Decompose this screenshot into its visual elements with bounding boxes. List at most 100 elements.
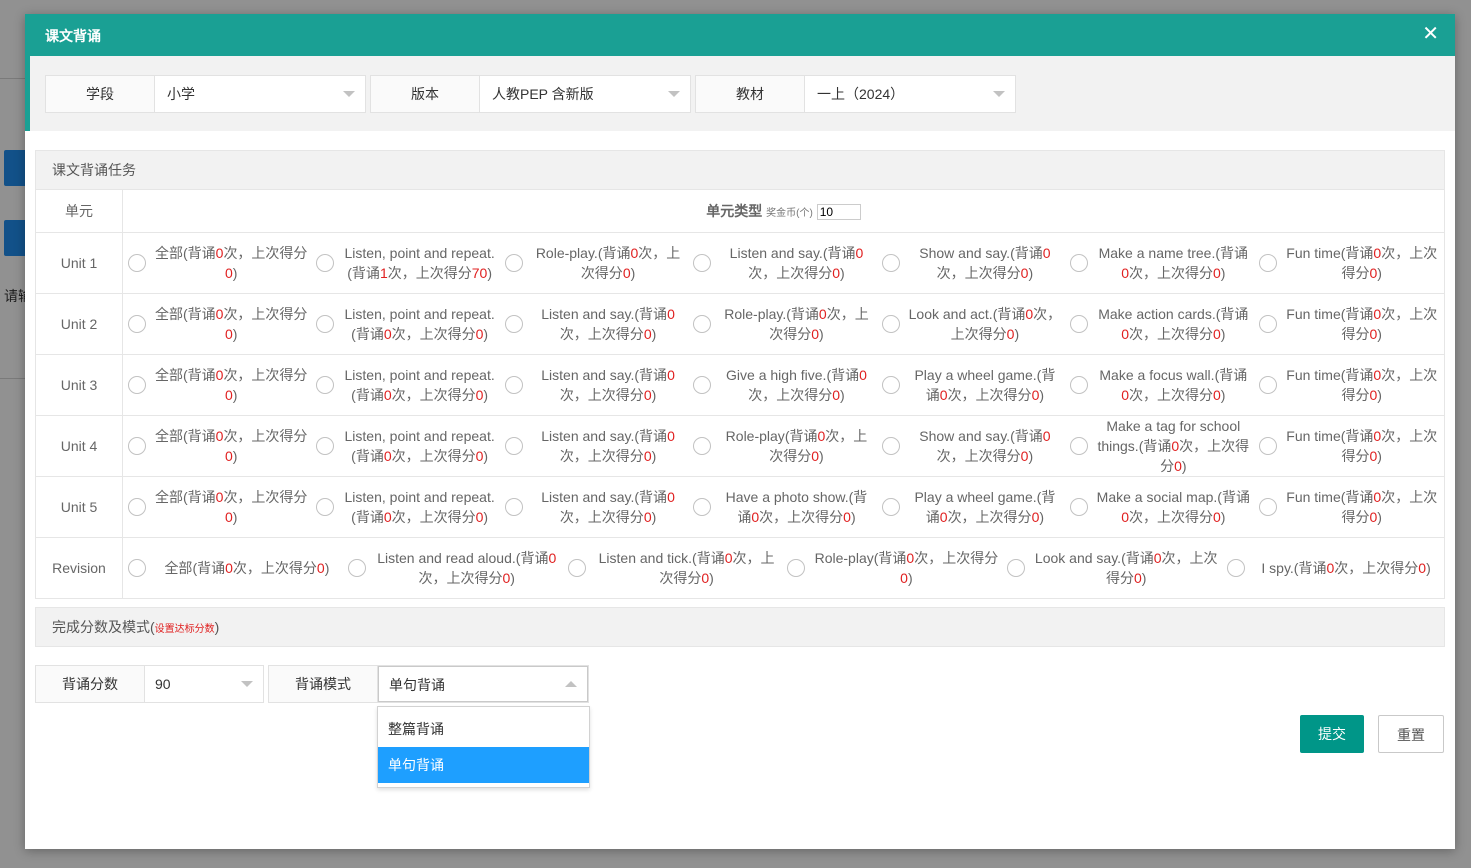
score-select[interactable]: 90	[145, 666, 263, 702]
radio-button[interactable]	[1258, 254, 1277, 272]
section-option[interactable]: Fun time(背诵0次，上次得分0)	[1255, 426, 1443, 466]
section-option[interactable]: Play a wheel game.(背诵0次，上次得分0)	[878, 487, 1066, 527]
radio-button[interactable]	[1070, 498, 1089, 516]
section-option[interactable]: Role-play.(背诵0次，上次得分0)	[689, 304, 877, 344]
section-option[interactable]: Listen and say.(背诵0次，上次得分0)	[501, 365, 689, 405]
radio-button[interactable]	[693, 437, 712, 455]
section-option[interactable]: Listen and tick.(背诵0次，上次得分0)	[564, 548, 784, 588]
section-option[interactable]: Fun time(背诵0次，上次得分0)	[1255, 243, 1443, 283]
radio-button[interactable]	[693, 376, 712, 394]
radio-button[interactable]	[693, 254, 712, 272]
section-option[interactable]: Make a tag for school things.(背诵0次，上次得分0…	[1066, 416, 1254, 476]
section-option[interactable]: 全部(背诵0次，上次得分0)	[124, 365, 312, 405]
edition-select[interactable]: 人教PEP 含新版	[480, 76, 690, 112]
radio-button[interactable]	[128, 254, 146, 272]
section-option[interactable]: Make a social map.(背诵 0次，上次得分0)	[1066, 487, 1254, 527]
radio-button[interactable]	[1070, 254, 1089, 272]
score-label: 背诵分数	[36, 666, 145, 702]
section-option[interactable]: Listen and say.(背诵0次，上次得分0)	[689, 243, 877, 283]
section-option[interactable]: Make a name tree.(背诵 0次，上次得分0)	[1066, 243, 1254, 283]
paren-open: (背诵	[822, 245, 856, 261]
radio-button[interactable]	[128, 376, 146, 394]
section-option[interactable]: Show and say.(背诵0次，上次得分0)	[878, 243, 1066, 283]
radio-button[interactable]	[881, 498, 900, 516]
radio-button[interactable]	[693, 498, 712, 516]
radio-button[interactable]	[1227, 559, 1246, 577]
radio-button[interactable]	[316, 437, 335, 455]
paren-open: (背诵	[873, 550, 907, 566]
textbook-select[interactable]: 一上（2024）	[805, 76, 1015, 112]
section-option[interactable]: Fun time(背诵0次，上次得分0)	[1255, 304, 1443, 344]
radio-button[interactable]	[1258, 437, 1277, 455]
section-option[interactable]: 全部(背诵0次，上次得分0)	[124, 426, 312, 466]
mode-option-sentence[interactable]: 单句背诵	[378, 747, 589, 783]
radio-button[interactable]	[1070, 437, 1089, 455]
radio-button[interactable]	[128, 315, 146, 333]
section-option[interactable]: Listen and say.(背诵0次，上次得分0)	[501, 304, 689, 344]
radio-button[interactable]	[881, 254, 900, 272]
section-option[interactable]: Fun time(背诵0次，上次得分0)	[1255, 365, 1443, 405]
radio-button[interactable]	[1007, 559, 1026, 577]
submit-button[interactable]: 提交	[1300, 715, 1364, 753]
radio-button[interactable]	[316, 254, 335, 272]
reset-button[interactable]: 重置	[1378, 715, 1444, 753]
section-option[interactable]: Listen, point and repeat.(背诵0次，上次得分0)	[312, 304, 500, 344]
radio-button[interactable]	[881, 376, 900, 394]
section-option[interactable]: Show and say.(背诵0次，上次得分0)	[878, 426, 1066, 466]
radio-button[interactable]	[1258, 376, 1277, 394]
section-option[interactable]: Listen and say.(背诵0次，上次得分0)	[501, 426, 689, 466]
section-option[interactable]: Make a focus wall.(背诵 0次，上次得分0)	[1066, 365, 1254, 405]
radio-button[interactable]	[504, 376, 523, 394]
radio-button[interactable]	[504, 254, 523, 272]
section-option[interactable]: I spy.(背诵0次，上次得分0)	[1223, 558, 1443, 578]
radio-button[interactable]	[1258, 498, 1277, 516]
section-option[interactable]: Listen and say.(背诵0次，上次得分0)	[501, 487, 689, 527]
section-option[interactable]: Listen, point and repeat.(背诵0次，上次得分0)	[312, 487, 500, 527]
section-option[interactable]: Listen, point and repeat. (背诵1次，上次得分70)	[312, 243, 500, 283]
coin-input[interactable]	[816, 204, 861, 221]
stage-select[interactable]: 小学	[155, 76, 365, 112]
section-option[interactable]: Look and act.(背诵0次，上次得分0)	[878, 304, 1066, 344]
section-option[interactable]: Make action cards.(背诵 0次，上次得分0)	[1066, 304, 1254, 344]
radio-button[interactable]	[787, 559, 806, 577]
radio-button[interactable]	[881, 315, 900, 333]
radio-button[interactable]	[881, 437, 900, 455]
section-option[interactable]: Give a high five.(背诵0次，上次得分0)	[689, 365, 877, 405]
radio-button[interactable]	[504, 437, 523, 455]
radio-button[interactable]	[1070, 315, 1089, 333]
section-option[interactable]: 全部(背诵0次，上次得分0)	[124, 304, 312, 344]
section-option[interactable]: Listen, point and repeat.(背诵0次，上次得分0)	[312, 365, 500, 405]
radio-button[interactable]	[567, 559, 586, 577]
section-option[interactable]: 全部(背诵0次，上次得分0)	[124, 243, 312, 283]
radio-button[interactable]	[347, 559, 366, 577]
section-option[interactable]: Look and say.(背诵0次，上次得分0)	[1003, 548, 1223, 588]
set-standard-score-link[interactable]: 设置达标分数	[155, 624, 215, 635]
section-option[interactable]: 全部(背诵0次，上次得分0)	[124, 558, 344, 578]
section-option[interactable]: Fun time(背诵0次，上次得分0)	[1255, 487, 1443, 527]
mode-select[interactable]: 单句背诵	[378, 666, 588, 702]
radio-button[interactable]	[128, 498, 146, 516]
radio-button[interactable]	[316, 376, 335, 394]
section-option[interactable]: Role-play(背诵0次，上次得分0)	[783, 548, 1003, 588]
section-option[interactable]: Have a photo show.(背诵0次，上次得分0)	[689, 487, 877, 527]
section-option[interactable]: Listen, point and repeat.(背诵0次，上次得分0)	[312, 426, 500, 466]
option-title: Role-play.	[535, 245, 598, 261]
radio-button[interactable]	[1070, 376, 1089, 394]
radio-button[interactable]	[128, 437, 146, 455]
option-title: Give a high five.	[726, 367, 827, 383]
radio-button[interactable]	[1258, 315, 1277, 333]
radio-button[interactable]	[693, 315, 712, 333]
mode-option-whole[interactable]: 整篇背诵	[378, 711, 589, 747]
section-option[interactable]: Listen and read aloud.(背诵0次，上次得分0)	[344, 548, 564, 588]
radio-button[interactable]	[128, 559, 146, 577]
radio-button[interactable]	[316, 498, 335, 516]
section-option[interactable]: Role-play(背诵0次，上次得分0)	[689, 426, 877, 466]
last-score: 0	[643, 326, 652, 342]
section-option[interactable]: Play a wheel game.(背诵0次，上次得分0)	[878, 365, 1066, 405]
section-option[interactable]: Role-play.(背诵0次，上次得分0)	[501, 243, 689, 283]
radio-button[interactable]	[316, 315, 335, 333]
close-icon[interactable]: ✕	[1422, 24, 1439, 44]
section-option[interactable]: 全部(背诵0次，上次得分0)	[124, 487, 312, 527]
radio-button[interactable]	[504, 315, 523, 333]
radio-button[interactable]	[504, 498, 523, 516]
